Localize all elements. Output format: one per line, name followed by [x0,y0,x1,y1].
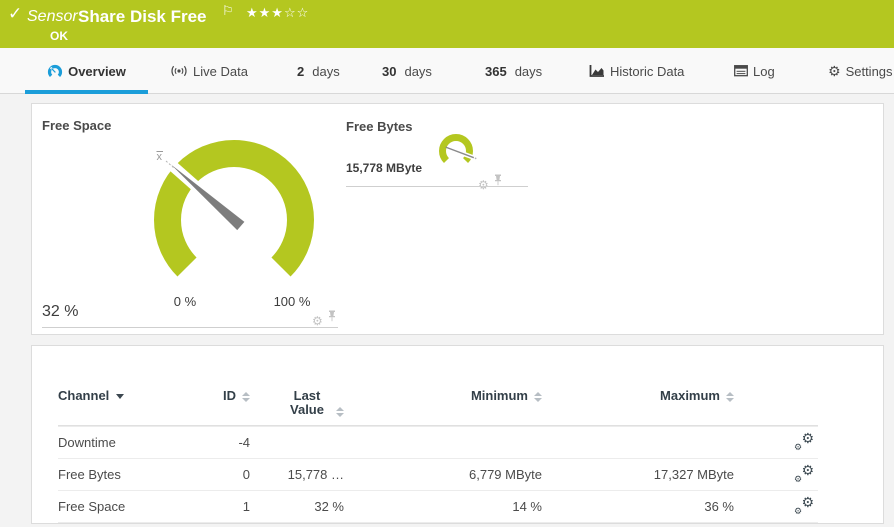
panel-gear-icon[interactable]: ⚙ [478,179,489,191]
free-space-gauge: x [129,120,339,302]
gear-icon: ⚙ [828,64,841,78]
channel-id: 1 [218,499,258,514]
channel-settings-gears-icon[interactable]: ⚙⚙ [794,498,814,515]
tab-label: Overview [68,64,126,79]
sort-desc-icon[interactable] [116,394,124,399]
col-header-channel[interactable]: Channel [58,388,218,403]
gauge-icon [47,63,63,80]
stars-empty[interactable]: ☆☆ [284,5,309,20]
tab-number: 30 [382,64,396,79]
free-bytes-panel-controls: ⚙ [478,173,503,191]
priority-stars[interactable]: ★★★☆☆ [246,5,309,21]
channel-settings-gears-icon[interactable]: ⚙⚙ [794,466,814,483]
gauge-scale-min: 0 % [168,294,202,309]
status-badge: OK [50,29,68,43]
col-header-maximum[interactable]: Maximum [550,388,742,403]
tab-365-days[interactable]: 365 days [485,48,542,94]
tab-label: days [312,64,339,79]
free-space-panel-title: Free Space [42,118,111,133]
pin-icon[interactable] [327,309,337,327]
col-header-id[interactable]: ID [218,388,258,403]
flag-icon[interactable]: ⚐ [222,3,234,19]
channel-minimum: 6,779 MByte [352,467,550,482]
channel-name: Downtime [58,435,218,450]
channel-settings-gears-icon[interactable]: ⚙⚙ [794,434,814,451]
table-row-downtime[interactable]: Downtime -4 ⚙⚙ [58,426,818,458]
status-ok-check-icon: ✓ [8,4,22,24]
channel-maximum: 17,327 MByte [550,467,742,482]
free-bytes-gauge [432,130,480,170]
channels-table: Channel ID Last Value Minimum Maximum Do… [58,379,818,523]
col-label: Minimum [471,388,528,403]
channel-name: Free Bytes [58,467,218,482]
channel-name: Free Space [58,499,218,514]
tab-live-data[interactable]: Live Data [170,48,248,94]
sensor-status-header: ✓ Sensor Share Disk Free ⚐ ★★★☆☆ OK [0,0,894,48]
object-kind-label: Sensor [27,8,78,26]
sensor-title: Share Disk Free [78,7,207,27]
channel-id: 0 [218,467,258,482]
free-bytes-current-value: 15,778 MByte [346,161,422,175]
free-space-current-value: 32 % [42,303,78,321]
broadcast-icon [170,64,188,78]
table-row-free-bytes[interactable]: Free Bytes 0 15,778 … 6,779 MByte 17,327… [58,458,818,490]
table-header-row: Channel ID Last Value Minimum Maximum [58,379,818,426]
tab-number: 365 [485,64,507,79]
col-header-last-value[interactable]: Last Value [258,388,352,418]
sort-icon[interactable] [336,407,344,417]
col-label: Channel [58,388,109,403]
average-marker: x [157,151,163,163]
tab-bar: Overview Live Data 2 days 30 days 365 da… [0,48,894,94]
tab-label: Historic Data [610,64,684,79]
tab-historic-data[interactable]: Historic Data [589,48,684,94]
table-bottom-divider [58,522,818,523]
channel-last-value: 15,778 … [258,467,352,482]
col-label: ID [223,388,236,403]
channel-minimum: 14 % [352,499,550,514]
tab-settings[interactable]: ⚙ Settings [828,48,893,94]
tab-label: days [404,64,431,79]
pin-icon[interactable] [493,173,503,191]
sort-icon[interactable] [242,392,250,402]
panel-gear-icon[interactable]: ⚙ [312,315,323,327]
active-tab-underline [25,90,148,94]
free-bytes-panel-title: Free Bytes [346,119,412,134]
sort-icon[interactable] [534,392,542,402]
channels-table-card: Channel ID Last Value Minimum Maximum Do… [31,345,884,524]
panel-divider [42,327,338,328]
overview-gauges-card: Free Space x 0 % 100 % 32 % ⚙ Free Bytes [31,103,884,335]
panel-divider [346,186,528,187]
chart-icon [589,64,605,78]
tab-label: Settings [846,64,893,79]
channel-id: -4 [218,435,258,450]
channel-maximum: 36 % [550,499,742,514]
table-row-free-space[interactable]: Free Space 1 32 % 14 % 36 % ⚙⚙ [58,490,818,522]
col-label: Last Value [284,389,330,418]
tab-30-days[interactable]: 30 days [382,48,432,94]
gauge-scale-max: 100 % [270,294,314,309]
sort-icon[interactable] [726,392,734,402]
col-header-minimum[interactable]: Minimum [352,388,550,403]
tab-label: Live Data [193,64,248,79]
tab-label: Log [753,64,775,79]
stars-filled[interactable]: ★★★ [246,5,284,20]
tab-log[interactable]: Log [734,48,775,94]
col-label: Maximum [660,388,720,403]
free-space-panel-controls: ⚙ [312,309,337,327]
tab-overview[interactable]: Overview [25,48,148,94]
tab-label: days [515,64,542,79]
log-icon [734,65,748,77]
tab-number: 2 [297,64,304,79]
channel-last-value: 32 % [258,499,352,514]
tab-2-days[interactable]: 2 days [297,48,340,94]
